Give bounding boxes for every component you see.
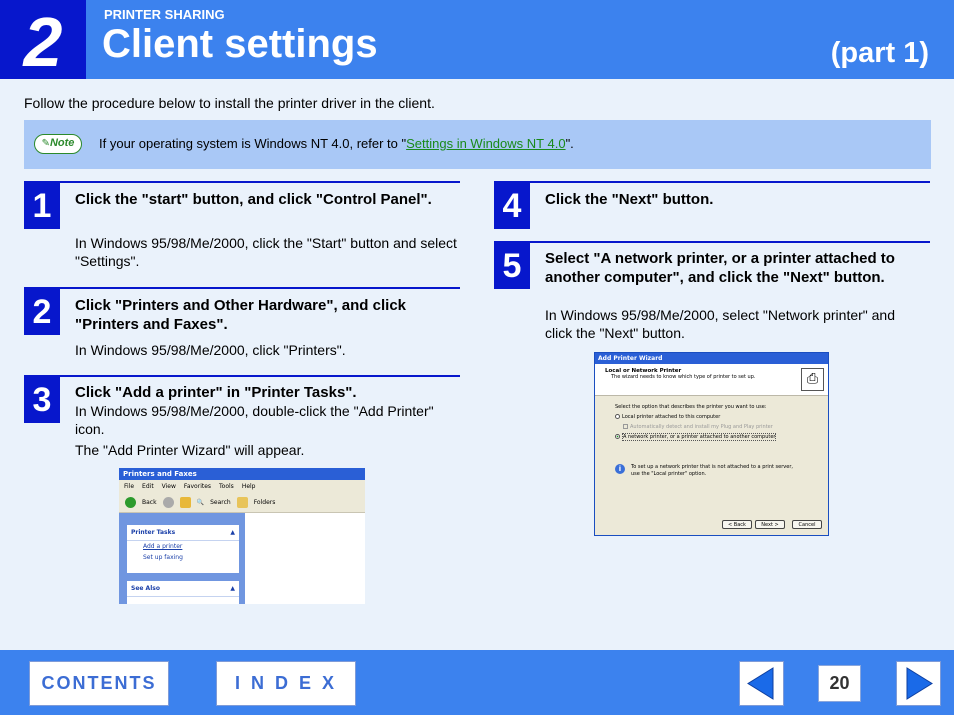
- wizard-subheading: The wizard needs to know which type of p…: [611, 374, 756, 380]
- next-page-button[interactable]: [896, 661, 941, 706]
- option-network-label: A network printer, or a printer attached…: [622, 433, 777, 441]
- step-title: Select "A network printer, or a printer …: [545, 250, 895, 286]
- toolbar: Back 🔍 Search Folders: [119, 493, 365, 513]
- step-body: In Windows 95/98/Me/2000, click the "Sta…: [75, 235, 457, 269]
- checkbox-icon: [623, 424, 628, 429]
- step-body: In Windows 95/98/Me/2000, select "Networ…: [545, 307, 895, 341]
- wizard-cancel-button: Cancel: [792, 520, 822, 529]
- arrow-right-icon: [906, 667, 933, 700]
- setup-faxing-link: Set up faxing: [143, 554, 183, 561]
- see-also-header: See Also ▲: [127, 581, 239, 597]
- printer-icon: ⎙: [801, 368, 824, 391]
- settings-nt4-link[interactable]: Settings in Windows NT 4.0: [406, 136, 565, 151]
- wizard-buttons: < Back Next > Cancel: [722, 520, 822, 529]
- page-footer: CONTENTS I N D E X 20: [0, 650, 954, 715]
- menu-edit: Edit: [142, 483, 154, 490]
- step-divider: [24, 375, 460, 377]
- previous-page-button[interactable]: [739, 661, 784, 706]
- toolbar-folders: Folders: [253, 499, 276, 506]
- intro-text: Follow the procedure below to install th…: [24, 95, 435, 111]
- step-divider: [24, 287, 460, 289]
- radio-selected-icon: [615, 434, 620, 439]
- wizard-info: i To set up a network printer that is no…: [615, 464, 808, 478]
- toolbar-back: Back: [142, 499, 157, 506]
- index-button[interactable]: I N D E X: [216, 661, 356, 706]
- wizard-back-button: < Back: [722, 520, 752, 529]
- menu-view: View: [161, 483, 176, 490]
- contents-button[interactable]: CONTENTS: [29, 661, 169, 706]
- toolbar-search: Search: [210, 499, 231, 506]
- menu-file: File: [124, 483, 135, 490]
- printer-tasks-header: Printer Tasks ▲: [127, 525, 239, 541]
- step-body-2: The "Add Printer Wizard" will appear.: [75, 442, 305, 458]
- step-title: Click "Printers and Other Hardware", and…: [75, 297, 407, 333]
- menu-help: Help: [241, 483, 256, 490]
- step-divider: [494, 241, 930, 243]
- note-badge-label: Note: [49, 137, 75, 149]
- window-title: Printers and Faxes: [119, 468, 365, 480]
- page-header: 2 PRINTER SHARING Client settings (part …: [0, 0, 954, 81]
- part-label: (part 1): [830, 37, 929, 69]
- note-icon: ✎Note: [34, 134, 82, 154]
- step-body: In Windows 95/98/Me/2000, click "Printer…: [75, 342, 346, 358]
- wizard-next-button: Next >: [755, 520, 785, 529]
- option-local-label: Local printer attached to this computer: [622, 414, 721, 420]
- see-also-panel: See Also ▲: [127, 581, 239, 604]
- note-text: If your operating system is Windows NT 4…: [99, 136, 574, 151]
- menu-bar: File Edit View Favorites Tools Help: [119, 480, 365, 493]
- menu-tools: Tools: [219, 483, 234, 490]
- section-label: PRINTER SHARING: [104, 7, 225, 22]
- see-also-header-label: See Also: [131, 585, 160, 592]
- page-title: Client settings: [102, 22, 378, 66]
- step-number: 4: [494, 183, 530, 229]
- step-number: 3: [24, 377, 60, 423]
- step-body: In Windows 95/98/Me/2000, double-click t…: [75, 403, 434, 437]
- page-number: 20: [818, 665, 861, 702]
- radio-icon: [615, 414, 620, 419]
- folders-icon: [236, 497, 248, 508]
- wizard-body: Select the option that describes the pri…: [595, 396, 828, 484]
- option-network: A network printer, or a printer attached…: [615, 432, 808, 442]
- option-local: Local printer attached to this computer: [615, 412, 808, 422]
- option-auto-label: Automatically detect and install my Plug…: [630, 424, 773, 430]
- step-divider: [24, 181, 460, 183]
- note-text-before: If your operating system is Windows NT 4…: [99, 136, 407, 151]
- printer-tasks-header-label: Printer Tasks: [131, 529, 176, 536]
- task-pane: Printer Tasks ▲ Add a printer Set up faxi…: [119, 513, 245, 604]
- chapter-number: 2: [0, 0, 86, 81]
- arrow-left-icon: [747, 667, 774, 700]
- forward-icon: [162, 497, 174, 508]
- printers-faxes-screenshot: Printers and Faxes File Edit View Favori…: [119, 468, 365, 604]
- step-number: 1: [24, 183, 60, 229]
- printer-tasks-panel: Printer Tasks ▲ Add a printer Set up faxi…: [127, 525, 239, 573]
- wizard-header: Local or Network Printer The wizard need…: [595, 364, 828, 396]
- add-printer-link: Add a printer: [143, 543, 183, 550]
- wizard-prompt: Select the option that describes the pri…: [615, 404, 767, 410]
- note-box: ✎Note If your operating system is Window…: [24, 120, 931, 169]
- step-title: Click "Add a printer" in "Printer Tasks"…: [75, 384, 357, 401]
- option-auto: Automatically detect and install my Plug…: [615, 422, 808, 432]
- up-folder-icon: [179, 497, 191, 508]
- collapse-icon: ▲: [230, 529, 235, 536]
- add-printer-wizard-screenshot: Add Printer Wizard Local or Network Prin…: [594, 352, 829, 536]
- collapse-icon: ▲: [230, 585, 235, 592]
- step-title: Click the "start" button, and click "Con…: [75, 191, 432, 208]
- wizard-title: Add Printer Wizard: [595, 353, 828, 364]
- search-icon: 🔍: [196, 499, 205, 506]
- step-number: 5: [494, 243, 530, 289]
- step-number: 2: [24, 289, 60, 335]
- back-icon: [125, 497, 136, 508]
- info-line-2: use the "Local printer" option.: [631, 471, 707, 477]
- step-title: Click the "Next" button.: [545, 191, 714, 208]
- info-icon: i: [615, 464, 625, 474]
- note-text-after: ".: [565, 136, 574, 151]
- info-line-1: To set up a network printer that is not …: [631, 464, 793, 470]
- menu-favorites: Favorites: [183, 483, 212, 490]
- step-divider: [494, 181, 930, 183]
